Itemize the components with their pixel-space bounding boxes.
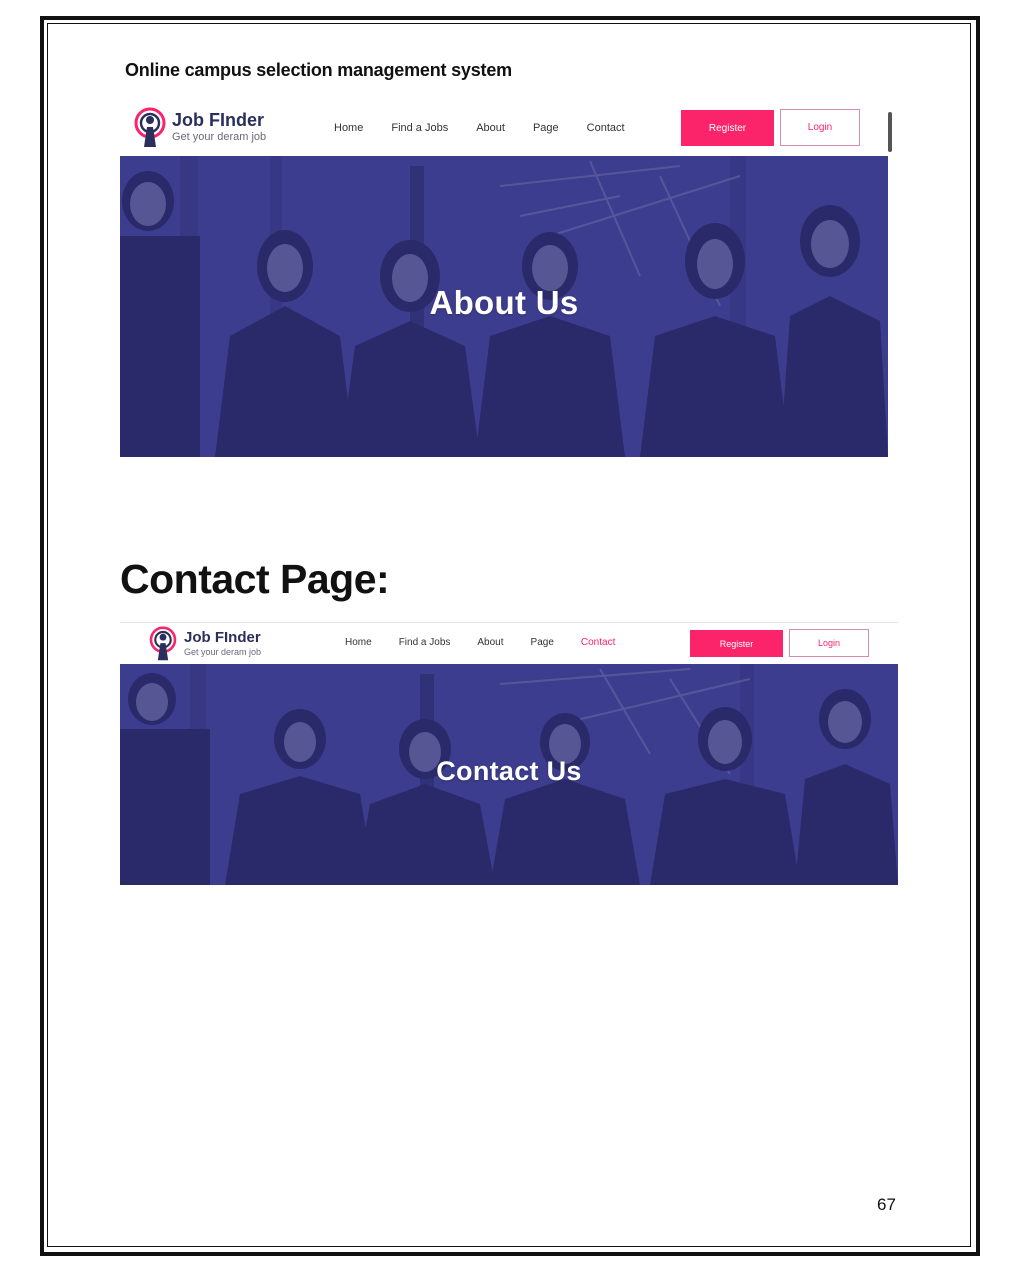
login-button[interactable]: Login [780,109,860,146]
nav-home[interactable]: Home [334,122,363,134]
nav-menu: Home Find a Jobs About Page Contact [334,122,653,134]
site-logo[interactable]: Job FInder Get your deram job [134,107,266,149]
register-button[interactable]: Register [690,630,783,657]
hero-banner: Contact Us [120,664,898,885]
nav-contact[interactable]: Contact [587,122,625,134]
nav-about[interactable]: About [477,637,503,648]
nav-home[interactable]: Home [345,637,372,648]
navbar: Job FInder Get your deram job Home Find … [120,104,888,156]
contact-page-screenshot: Job FInder Get your deram job Home Find … [120,622,898,885]
nav-find-jobs[interactable]: Find a Jobs [391,122,448,134]
page-number: 67 [877,1195,896,1214]
site-logo[interactable]: Job FInder Get your deram job [148,626,261,662]
logo-tagline: Get your deram job [184,647,262,658]
nav-find-jobs[interactable]: Find a Jobs [399,637,451,648]
scrollbar[interactable] [888,112,892,152]
about-page-screenshot: Job FInder Get your deram job Home Find … [120,104,888,457]
logo-tagline: Get your deram job [172,131,267,144]
nav-contact[interactable]: Contact [581,637,615,648]
nav-about[interactable]: About [476,122,505,134]
target-person-icon [134,107,166,149]
navbar: Job FInder Get your deram job Home Find … [120,622,898,665]
nav-page[interactable]: Page [533,122,559,134]
hero-banner: About Us [120,156,888,457]
login-button[interactable]: Login [789,629,869,657]
document-header: Online campus selection management syste… [125,60,512,80]
nav-menu: Home Find a Jobs About Page Contact [345,637,642,648]
section-heading: Contact Page: [120,556,390,602]
register-button[interactable]: Register [681,110,774,146]
target-person-icon [148,626,178,662]
logo-title: Job FInder [172,110,265,131]
hero-title: Contact Us [436,756,582,786]
nav-page[interactable]: Page [531,637,554,648]
hero-title: About Us [429,284,579,321]
logo-title: Job FInder [184,629,261,647]
